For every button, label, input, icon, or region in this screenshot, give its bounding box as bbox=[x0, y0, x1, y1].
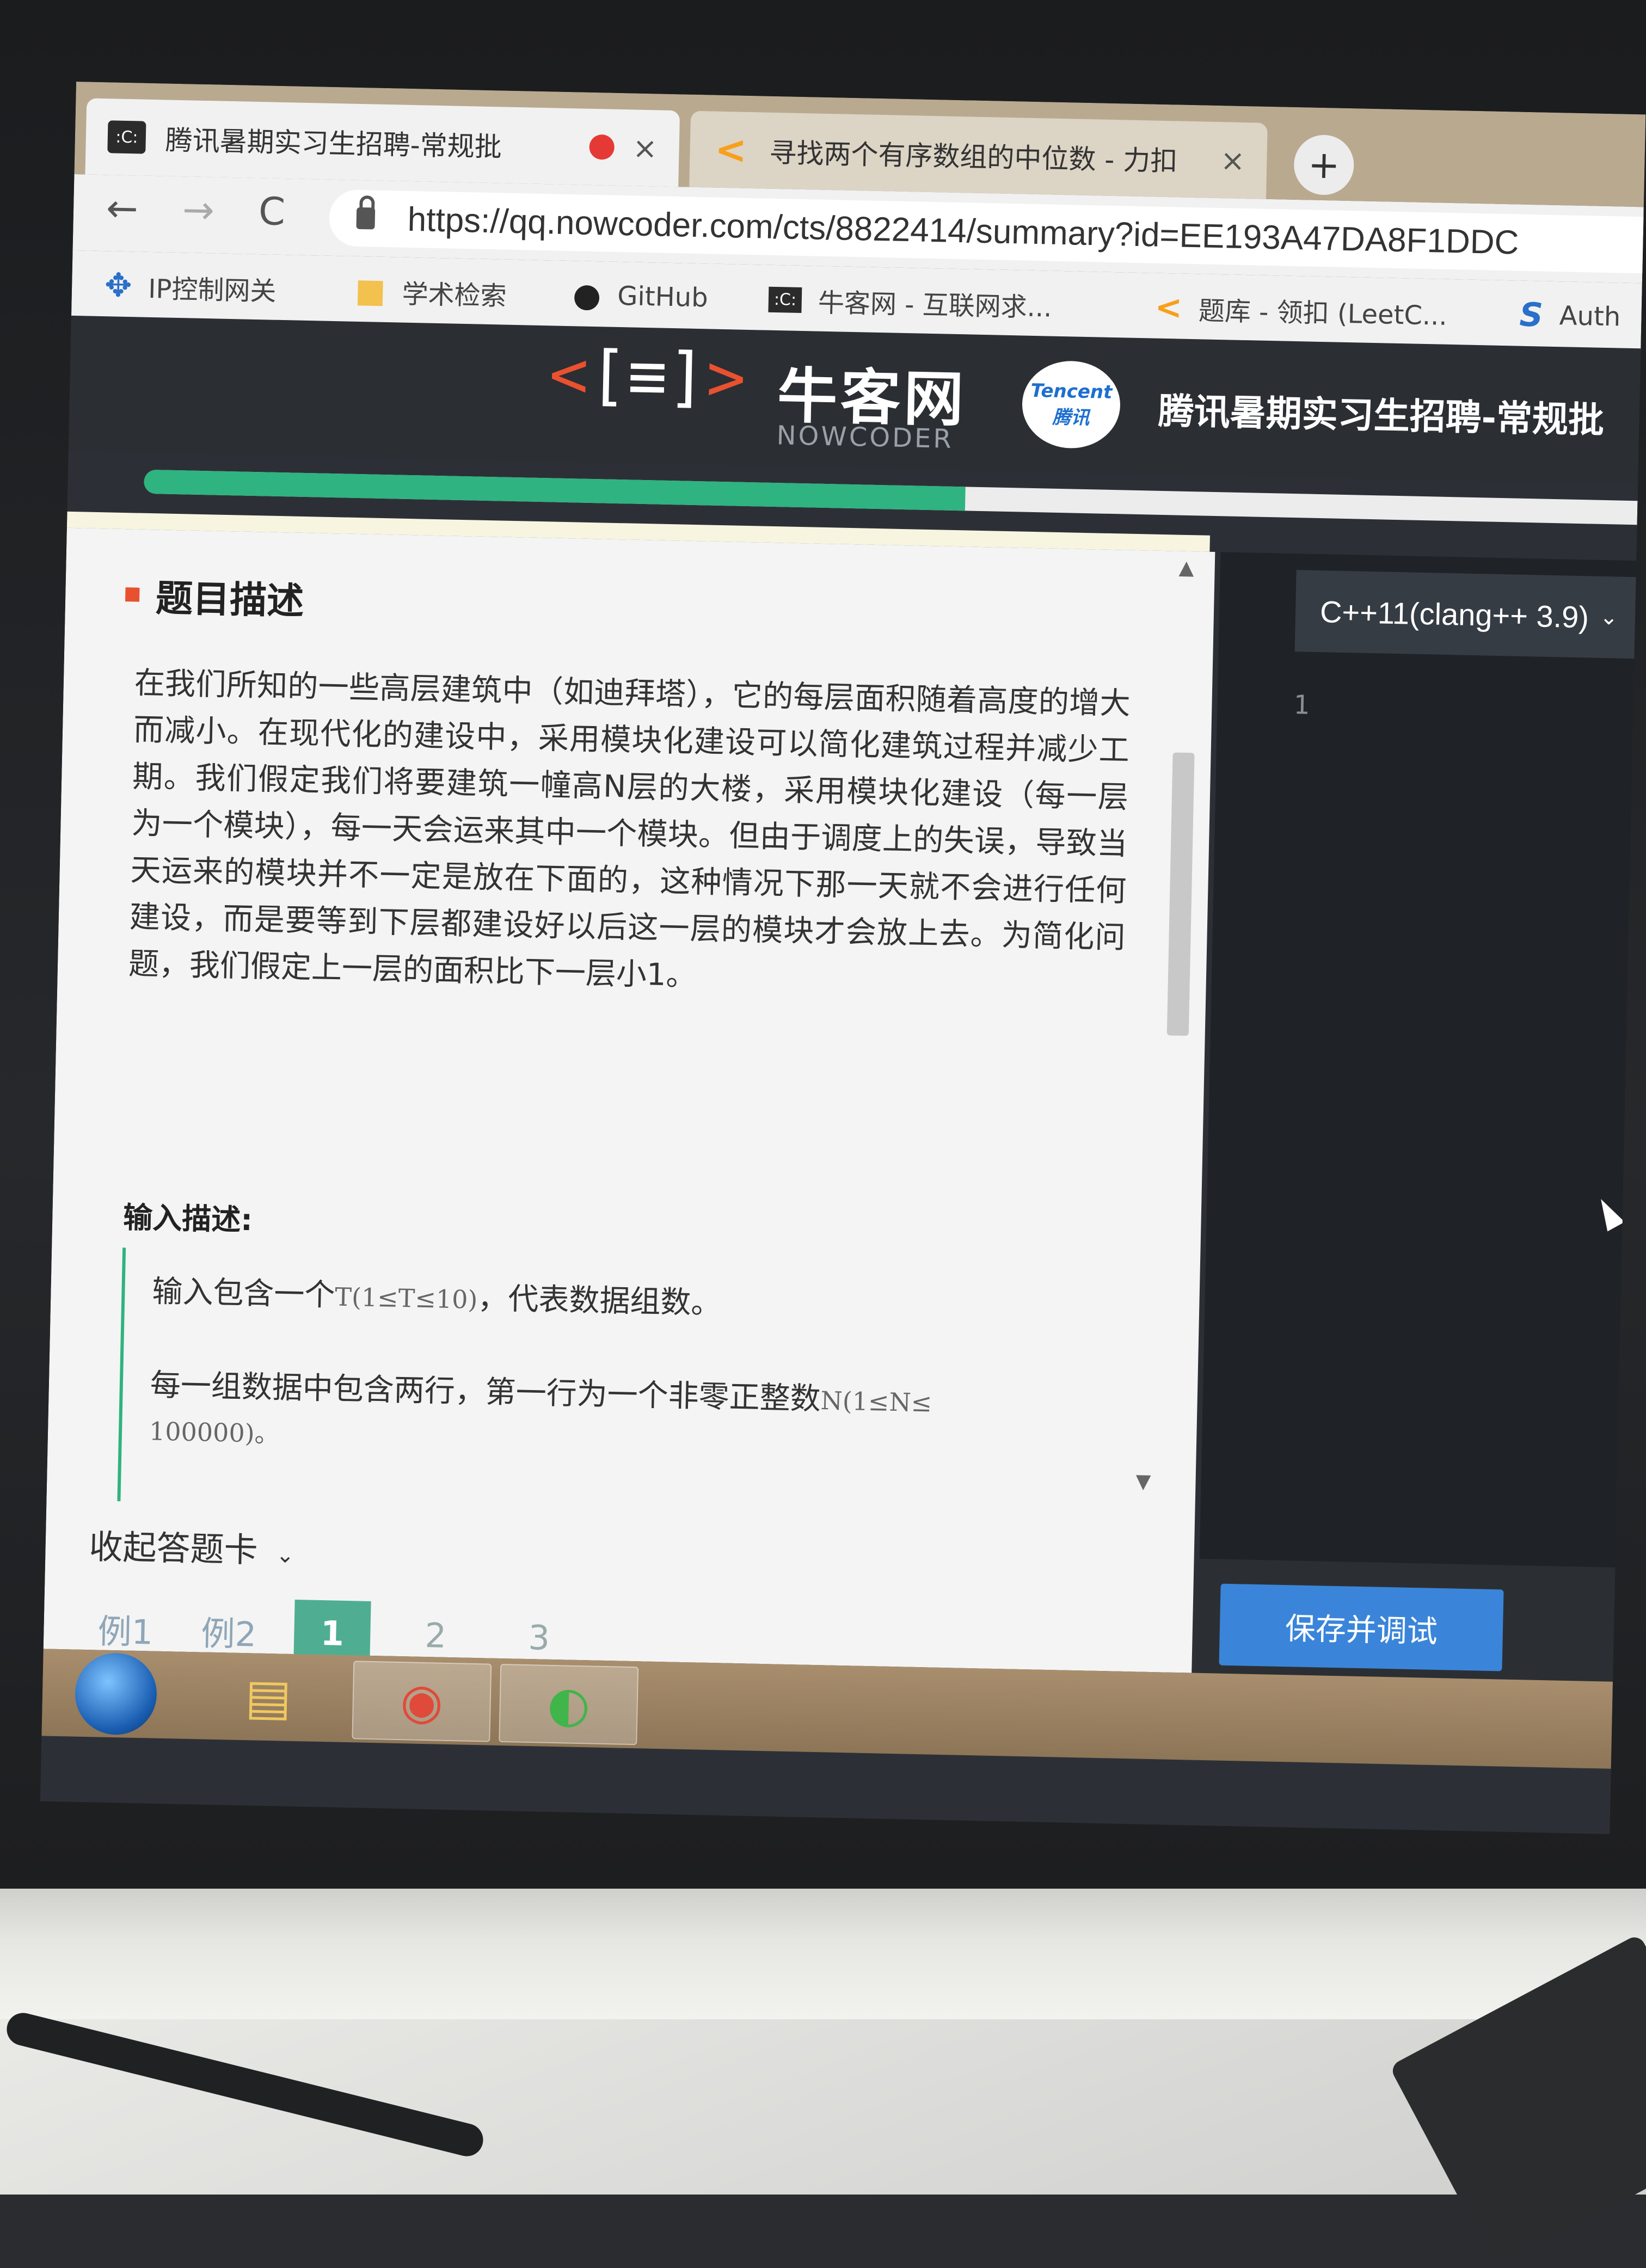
start-button[interactable] bbox=[47, 1652, 185, 1736]
back-arrow-icon[interactable]: ← bbox=[106, 186, 138, 231]
bookmark-github[interactable]: ● GitHub bbox=[572, 276, 708, 317]
toggle-label: 收起答题卡 bbox=[88, 1527, 259, 1570]
problem-description: 在我们所知的一些高层建筑中（如迪拜塔），它的每层面积随着高度的增大而减小。在现代… bbox=[128, 665, 1131, 994]
save-and-debug-button[interactable]: 保存并调试 bbox=[1219, 1583, 1504, 1671]
tab-title: 寻找两个有序数组的中位数 - 力扣 bbox=[769, 137, 1178, 177]
heading-text: 题目描述 bbox=[155, 577, 304, 623]
app-icon[interactable]: ◐ bbox=[499, 1663, 639, 1745]
bookmark-nowcoder[interactable]: :C: 牛客网 - 互联网求... bbox=[768, 280, 1052, 324]
auth-icon: S bbox=[1519, 296, 1544, 335]
chevron-down-icon: ⌄ bbox=[1599, 605, 1618, 630]
network-icon: ✥ bbox=[104, 266, 133, 305]
chevron-down-icon: ⌄ bbox=[275, 1542, 295, 1568]
lock-icon bbox=[356, 207, 376, 230]
exam-title: 腾讯暑期实习生招聘-常规批 bbox=[1157, 390, 1605, 441]
github-icon: ● bbox=[572, 276, 602, 315]
input-heading: 输入描述: bbox=[122, 1200, 253, 1238]
bookmark-academic[interactable]: ■ 学术检索 bbox=[354, 272, 507, 313]
language-label: C++11(clang++ 3.9) bbox=[1319, 594, 1589, 634]
progress-fill bbox=[144, 469, 966, 511]
new-tab-button[interactable]: + bbox=[1293, 134, 1355, 196]
problem-panel: ▲ 题目描述 在我们所知的一些高层建筑中（如迪拜塔），它的每层面积随着高度的增大… bbox=[43, 527, 1215, 1673]
scroll-up-icon[interactable]: ▲ bbox=[1178, 557, 1194, 580]
input-line-1: 输入包含一个T(1≤T≤10)，代表数据组数。 bbox=[152, 1270, 1118, 1335]
close-icon[interactable]: × bbox=[1220, 143, 1246, 178]
math-expression: N(1≤N≤ bbox=[820, 1386, 932, 1418]
url-text: https://qq.nowcoder.com/cts/8822414/summ… bbox=[407, 200, 1520, 262]
nowcoder-icon: :C: bbox=[107, 120, 146, 154]
code-editor-panel: C++11(clang++ 3.9) ⌄ 1 保存并调试 bbox=[1197, 552, 1646, 1682]
mouse-pointer-icon bbox=[1592, 1194, 1625, 1232]
reload-icon[interactable]: C bbox=[258, 189, 286, 234]
input-text: ，代表数据组数。 bbox=[477, 1280, 722, 1322]
math-expression: T(1≤T≤10) bbox=[334, 1282, 478, 1314]
scrollbar-thumb[interactable] bbox=[1166, 752, 1195, 1036]
file-explorer-icon[interactable]: ▤ bbox=[199, 1657, 337, 1736]
input-description: 输入包含一个T(1≤T≤10)，代表数据组数。 每一组数据中包含两行，第一行为一… bbox=[117, 1247, 1119, 1522]
monitor-screen: :C: 腾讯暑期实习生招聘-常规批 × < 寻找两个有序数组的中位数 - 力扣 … bbox=[40, 82, 1646, 1834]
monitor-stand-edge bbox=[0, 1889, 1646, 2019]
bookmark-auth[interactable]: S Auth bbox=[1519, 296, 1621, 336]
bookmark-label: Auth bbox=[1559, 300, 1621, 333]
bookmark-ip-gateway[interactable]: ✥ IP控制网关 bbox=[104, 266, 277, 308]
bookmark-label: 牛客网 - 互联网求... bbox=[818, 287, 1053, 323]
chrome-icon[interactable]: ◉ bbox=[352, 1661, 492, 1742]
section-heading: 题目描述 bbox=[125, 567, 304, 625]
bookmark-leetcode[interactable]: < 题库 - 领扣 (LeetC... bbox=[1154, 288, 1448, 333]
leetcode-icon: < bbox=[714, 127, 747, 173]
folder-icon: ■ bbox=[354, 271, 386, 310]
input-line-2: 每一组数据中包含两行，第一行为一个非零正整数N(1≤N≤ 100000)。 bbox=[149, 1363, 1116, 1473]
input-text: 每一组数据中包含两行，第一行为一个非零正整数 bbox=[150, 1367, 821, 1417]
math-expression: 100000)。 bbox=[149, 1416, 280, 1449]
bookmark-label: 题库 - 领扣 (LeetC... bbox=[1198, 296, 1448, 331]
collapse-answer-card-toggle[interactable]: 收起答题卡 ⌄ bbox=[89, 1519, 295, 1572]
tencent-badge: Tencent 腾讯 bbox=[1021, 360, 1121, 450]
logo-subtext: NOWCODER bbox=[776, 420, 954, 454]
tab-nowcoder[interactable]: :C: 腾讯暑期实习生招聘-常规批 × bbox=[85, 98, 680, 187]
recording-indicator-icon bbox=[588, 134, 615, 160]
forward-arrow-icon[interactable]: → bbox=[182, 187, 214, 232]
leetcode-icon: < bbox=[1154, 288, 1183, 327]
nowcoder-icon: :C: bbox=[768, 286, 802, 313]
bullet-square-icon bbox=[125, 587, 140, 602]
windows-logo-icon bbox=[74, 1652, 158, 1736]
close-icon[interactable]: × bbox=[632, 131, 658, 165]
tab-leetcode[interactable]: < 寻找两个有序数组的中位数 - 力扣 × bbox=[689, 110, 1268, 199]
tab-title: 腾讯暑期实习生招聘-常规批 bbox=[165, 124, 502, 163]
editor-footer: 保存并调试 bbox=[1197, 1558, 1616, 1682]
bookmark-label: IP控制网关 bbox=[148, 273, 277, 307]
scroll-down-icon[interactable]: ▼ bbox=[1135, 1470, 1151, 1493]
line-number: 1 bbox=[1293, 690, 1310, 721]
input-text: 输入包含一个 bbox=[151, 1274, 336, 1313]
language-select[interactable]: C++11(clang++ 3.9) ⌄ bbox=[1294, 570, 1646, 660]
nowcoder-logo-icon: <[≡]> bbox=[548, 336, 747, 416]
desk-surface bbox=[0, 2019, 1646, 2195]
bookmark-label: 学术检索 bbox=[402, 279, 507, 312]
bookmark-label: GitHub bbox=[617, 280, 709, 314]
